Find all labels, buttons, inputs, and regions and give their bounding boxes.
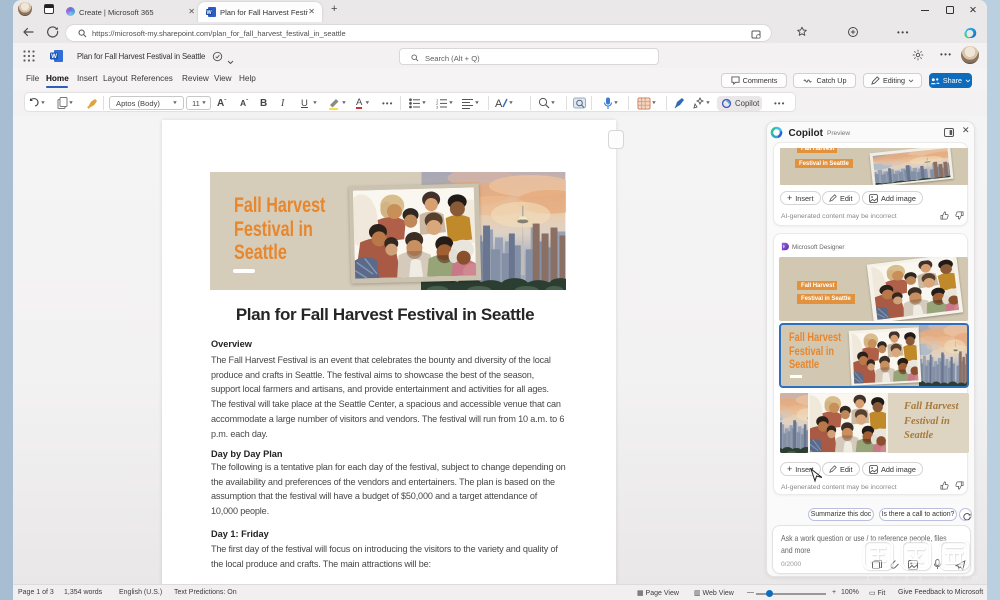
svg-text:3: 3 [436,104,439,108]
svg-text:A: A [495,98,503,109]
svg-text:W: W [51,53,57,60]
svg-text:z h i d x . c o m: z h i d x . c o m [866,575,977,582]
